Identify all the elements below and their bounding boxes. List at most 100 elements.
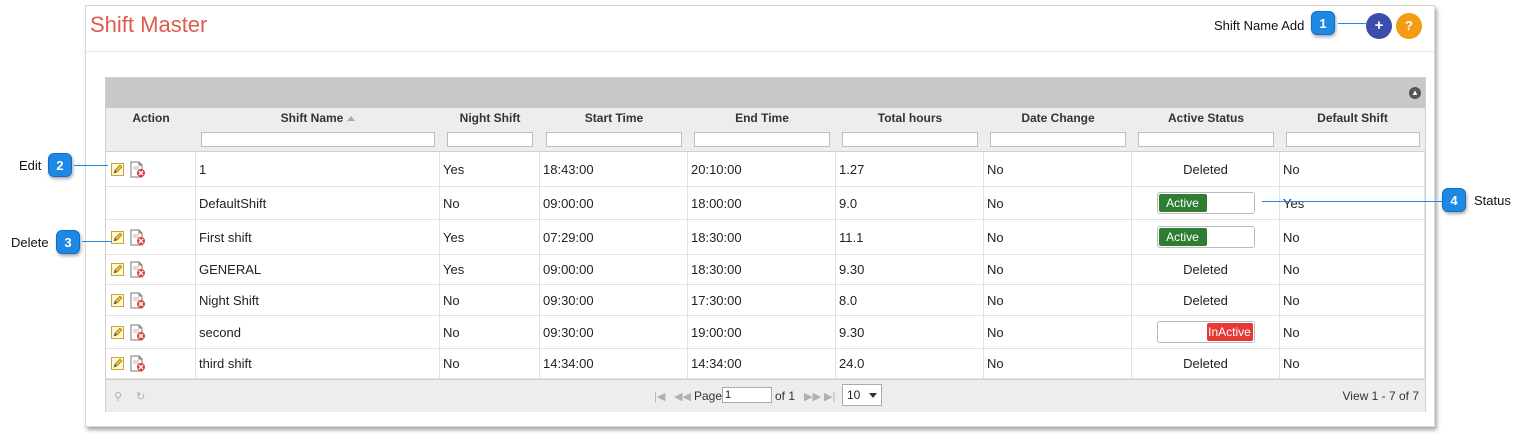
cell-text: No (443, 324, 460, 340)
action-cell (106, 255, 196, 284)
delete-document-icon[interactable] (130, 355, 146, 372)
cell-start: 09:00:00 (540, 255, 688, 284)
cell-text: 9.30 (839, 262, 865, 277)
cell-hours: 24.0 (836, 349, 984, 378)
filter-shift-name[interactable] (201, 132, 435, 147)
pencil-icon[interactable] (111, 263, 124, 276)
page-number-input[interactable]: 1 (722, 387, 772, 403)
delete-document-icon[interactable] (130, 261, 146, 278)
column-header-shift-name[interactable]: Shift Name (196, 111, 440, 125)
cell-default: No (1280, 152, 1425, 186)
status-cell: Deleted (1132, 255, 1280, 284)
column-header-end-time[interactable]: End Time (688, 111, 836, 125)
cell-night: No (440, 349, 540, 378)
cell-text: 14:34:00 (691, 356, 742, 371)
status-toggle[interactable]: Active (1156, 192, 1255, 214)
view-records-text: View 1 - 7 of 7 (1342, 389, 1420, 403)
cell-default: No (1280, 285, 1425, 315)
cell-default: Yes (1280, 187, 1425, 219)
cell-date-change: No (984, 316, 1132, 348)
last-page-icon[interactable]: ▶| (824, 390, 835, 403)
cell-text: No (987, 229, 1004, 245)
cell-hours: 9.0 (836, 187, 984, 219)
pencil-icon[interactable] (111, 293, 124, 307)
column-header-date-change[interactable]: Date Change (984, 111, 1132, 125)
cell-text: Yes (443, 262, 465, 277)
status-toggle[interactable]: Active (1156, 226, 1255, 248)
cell-end: 20:10:00 (688, 152, 836, 186)
pencil-icon[interactable] (111, 162, 124, 176)
cell-end: 18:30:00 (688, 255, 836, 284)
delete-document-icon[interactable] (130, 229, 146, 246)
filter-night-shift[interactable] (447, 132, 533, 147)
cell-date-change: No (984, 349, 1132, 378)
filter-date-change[interactable] (990, 132, 1126, 147)
add-shift-button[interactable]: + (1366, 13, 1392, 39)
help-button[interactable]: ? (1396, 13, 1422, 39)
cell-name: First shift (196, 220, 440, 254)
filter-start-time[interactable] (546, 132, 682, 147)
cell-text: No (987, 161, 1004, 177)
status-toggle[interactable]: InActive (1156, 321, 1255, 343)
column-header-action: Action (132, 111, 170, 125)
cell-text: second (199, 324, 241, 340)
cell-end: 18:00:00 (688, 187, 836, 219)
rows-per-page-select[interactable]: 10 (842, 384, 882, 406)
status-cell: Deleted (1132, 152, 1280, 186)
filter-end-time[interactable] (694, 132, 830, 147)
cell-text: No (987, 356, 1004, 371)
delete-document-icon[interactable] (130, 292, 146, 309)
delete-document-icon[interactable] (130, 161, 146, 178)
search-icon[interactable]: ⚲ (114, 390, 122, 403)
column-header-default-shift[interactable]: Default Shift (1280, 111, 1425, 125)
callout-line-4 (1262, 201, 1442, 202)
sort-icon[interactable] (347, 116, 356, 122)
cell-hours: 8.0 (836, 285, 984, 315)
refresh-icon[interactable]: ↻ (136, 390, 145, 403)
action-cell (106, 285, 196, 315)
cell-name: DefaultShift (196, 187, 440, 219)
column-header-night-shift[interactable]: Night Shift (440, 111, 540, 125)
cell-date-change: No (984, 285, 1132, 315)
action-cell (106, 349, 196, 378)
grid-header: Action Shift Name Night Shift Start Time… (106, 108, 1425, 152)
cell-text: Yes (443, 229, 465, 245)
cell-text: 11.1 (839, 229, 864, 245)
cell-text: No (1283, 324, 1300, 340)
pencil-icon[interactable] (111, 230, 124, 244)
cell-name: GENERAL (196, 255, 440, 284)
next-page-icon[interactable]: ▶▶ (804, 390, 821, 403)
cell-text: No (1283, 262, 1300, 277)
status-text: Deleted (1183, 161, 1228, 177)
cell-text: 1 (199, 161, 207, 177)
column-header-start-time[interactable]: Start Time (540, 111, 688, 125)
prev-page-icon[interactable]: ◀◀ (674, 390, 691, 403)
cell-text: No (1283, 292, 1300, 308)
delete-document-icon[interactable] (130, 324, 146, 341)
cell-start: 09:30:00 (540, 316, 688, 348)
column-header-total-hours[interactable]: Total hours (836, 111, 984, 125)
cell-text: Yes (1283, 195, 1305, 211)
first-page-icon[interactable]: |◀ (654, 390, 665, 403)
cell-text: 9.30 (839, 324, 865, 340)
grid-pager: ⚲ ↻ |◀ ◀◀ Page 1 of 1 ▶▶ ▶| 10 View 1 - … (106, 379, 1425, 412)
pencil-icon[interactable] (111, 357, 124, 370)
cell-text: 18:00:00 (691, 195, 742, 211)
cell-hours: 9.30 (836, 316, 984, 348)
callout-2: 2 (48, 153, 72, 177)
shift-name-add-label: Shift Name Add (1214, 18, 1305, 33)
filter-active-status[interactable] (1138, 132, 1274, 147)
callout-3: 3 (56, 230, 80, 254)
column-header-active-status[interactable]: Active Status (1132, 111, 1280, 125)
cell-end: 17:30:00 (688, 285, 836, 315)
collapse-icon[interactable]: ▲ (1409, 87, 1421, 99)
grid-caption-bar: ▲ (106, 78, 1425, 108)
pencil-icon[interactable] (111, 325, 124, 339)
cell-text: 1.27 (839, 161, 865, 177)
cell-name: second (196, 316, 440, 348)
cell-start: 07:29:00 (540, 220, 688, 254)
filter-total-hours[interactable] (842, 132, 978, 147)
cell-text: No (987, 324, 1004, 340)
filter-default-shift[interactable] (1286, 132, 1420, 147)
callout-1: 1 (1311, 11, 1335, 35)
